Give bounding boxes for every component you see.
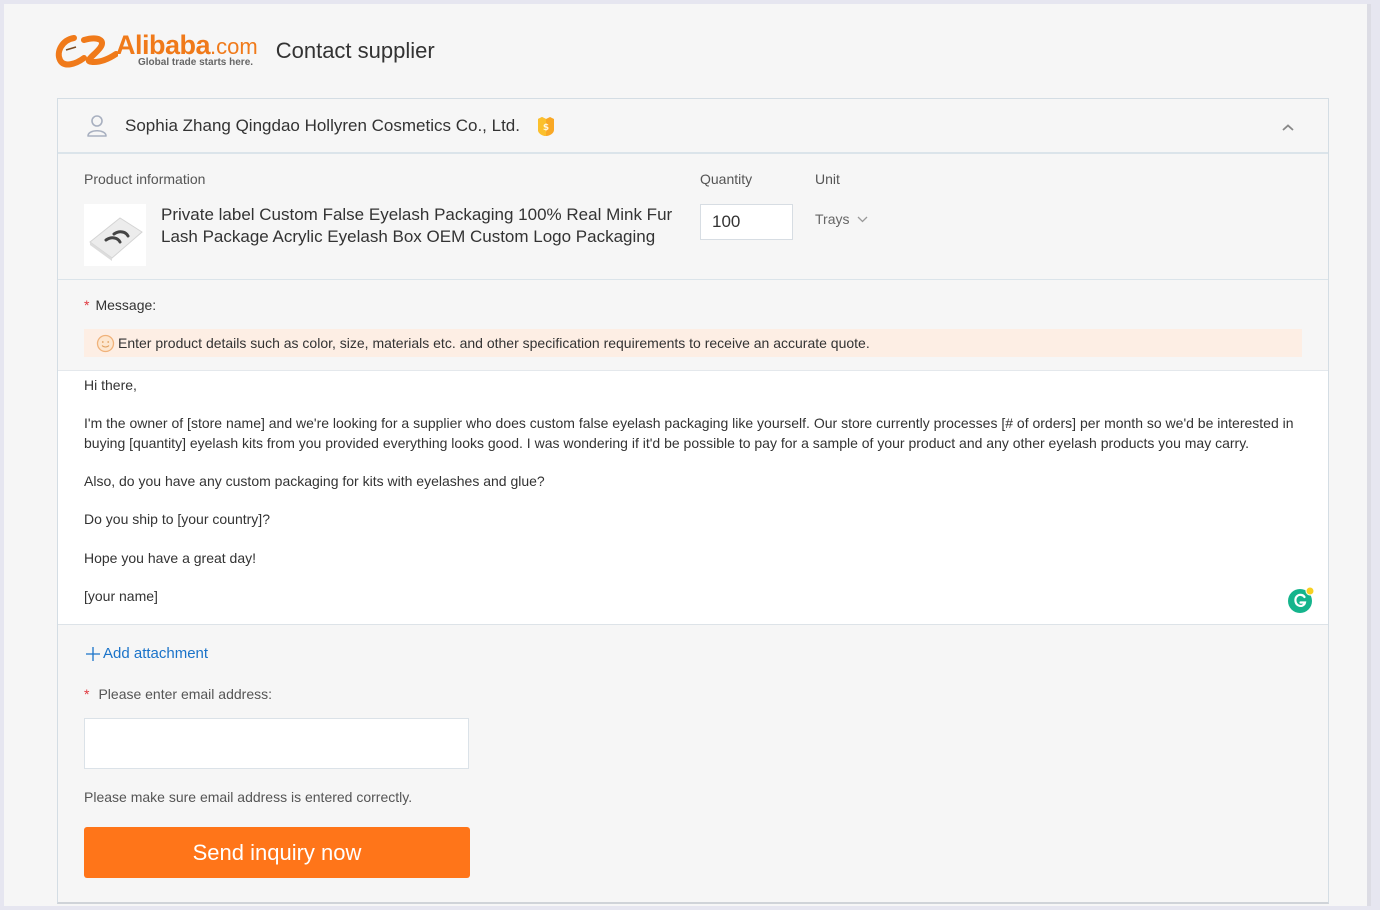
alibaba-logo[interactable]: Alibaba .com Global trade starts here. (54, 28, 258, 72)
message-hint-text: Enter product details such as color, siz… (118, 335, 870, 351)
quantity-label: Quantity (700, 171, 753, 187)
email-input[interactable] (84, 718, 469, 769)
unit-label: Unit (815, 171, 840, 187)
required-marker: * (84, 297, 90, 313)
message-label-text: Message: (95, 297, 157, 313)
smile-icon (96, 334, 115, 352)
send-inquiry-button[interactable]: Send inquiry now (84, 827, 470, 878)
user-icon (87, 114, 107, 137)
alibaba-smile-logo-icon (55, 35, 118, 68)
email-label: * Please enter email address: (84, 686, 272, 702)
add-attachment-link[interactable]: Add attachment (86, 645, 208, 662)
email-note: Please make sure email address is entere… (84, 789, 413, 805)
collapse-toggle[interactable] (1278, 117, 1298, 137)
message-textarea[interactable]: Hi there, I'm the owner of [store name] … (58, 370, 1328, 625)
email-label-text: Please enter email address: (98, 686, 272, 702)
header: Alibaba .com Global trade starts here. C… (54, 26, 435, 74)
product-info-label: Product information (84, 171, 206, 187)
section-divider (58, 279, 1328, 280)
message-hint: Enter product details such as color, siz… (84, 329, 1302, 357)
unit-selected-value: Trays (815, 211, 850, 227)
plus-icon (86, 646, 100, 661)
product-thumbnail-image (84, 204, 146, 266)
supplier-header: Sophia Zhang Qingdao Hollyren Cosmetics … (58, 99, 1328, 154)
gold-supplier-badge-icon: $ (537, 116, 554, 136)
eyelash-box-image[interactable] (84, 204, 146, 266)
svg-text:$: $ (543, 123, 549, 133)
logo-brand-text: Alibaba (116, 29, 211, 60)
unit-dropdown[interactable]: Trays (815, 211, 868, 227)
page-title: Contact supplier (275, 38, 435, 63)
required-marker: * (84, 686, 90, 702)
contact-form-card: Sophia Zhang Qingdao Hollyren Cosmetics … (57, 98, 1329, 904)
page: Alibaba .com Global trade starts here. C… (4, 4, 1371, 906)
supplier-name[interactable]: Sophia Zhang Qingdao Hollyren Cosmetics … (125, 116, 520, 136)
chevron-down-icon (858, 216, 868, 222)
chevron-up-icon (1282, 123, 1294, 131)
product-title[interactable]: Private label Custom False Eyelash Packa… (161, 204, 681, 261)
logo-tagline: Global trade starts here. (138, 56, 254, 68)
message-label: * Message: (84, 297, 156, 313)
add-attachment-label: Add attachment (103, 645, 209, 662)
quantity-input[interactable] (700, 204, 793, 240)
logo-suffix-text: .com (210, 33, 258, 59)
grammarly-icon[interactable] (1287, 586, 1315, 614)
